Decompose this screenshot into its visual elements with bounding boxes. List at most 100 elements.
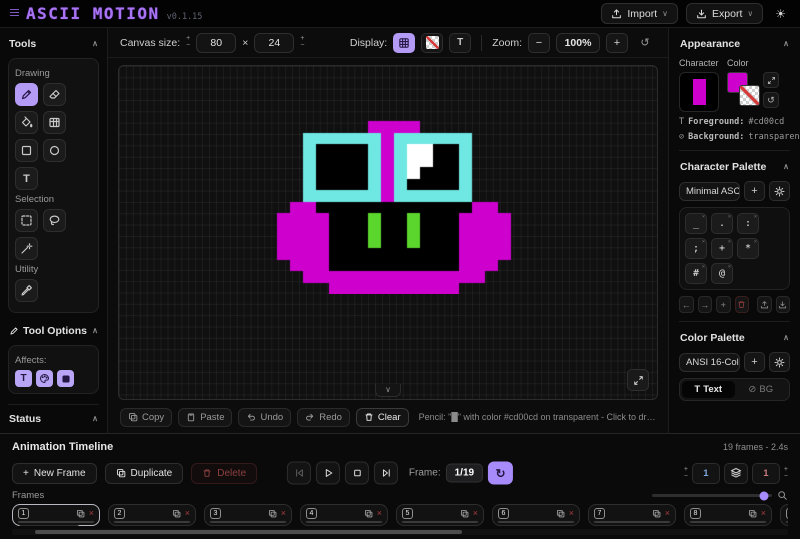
prev-character-button[interactable]: ←	[679, 296, 694, 313]
character-button[interactable]: # ×	[685, 263, 707, 284]
add-color-palette-button[interactable]: +	[744, 352, 765, 372]
character-button[interactable]: * ×	[737, 238, 759, 259]
canvas-width-input[interactable]: 80	[196, 33, 236, 53]
loop-toggle-button[interactable]: ↻	[488, 462, 513, 485]
frame-card[interactable]: 1 × 125	[12, 504, 100, 526]
add-character-button[interactable]: +	[716, 296, 731, 313]
delete-frame-icon[interactable]: ×	[281, 509, 286, 518]
copy-button[interactable]: Copy	[120, 408, 172, 427]
pencil-tool-button[interactable]	[15, 83, 38, 106]
zoom-reset-button[interactable]: ↺	[634, 33, 656, 53]
frame-card[interactable]: 9 × 125	[780, 504, 788, 526]
frame-thumbnail[interactable]	[114, 521, 190, 523]
export-button[interactable]: Export ∨	[686, 3, 763, 24]
character-button[interactable]: @ ×	[711, 263, 733, 284]
onion-skin-toggle-button[interactable]	[724, 463, 748, 484]
frame-thumbnail[interactable]	[306, 521, 382, 523]
character-button[interactable]: _ ×	[685, 213, 707, 234]
frame-thumbnail[interactable]	[402, 521, 478, 523]
paste-button[interactable]: Paste	[178, 408, 232, 427]
duplicate-frame-icon[interactable]	[460, 509, 469, 518]
character-button[interactable]: : ×	[737, 213, 759, 234]
frame-duration-input[interactable]: 125	[498, 525, 560, 526]
eraser-tool-button[interactable]	[43, 83, 66, 106]
delete-frame-icon[interactable]: ×	[569, 509, 574, 518]
duplicate-frame-icon[interactable]	[76, 509, 85, 518]
upload-palette-button[interactable]	[757, 296, 772, 313]
tools-section-header[interactable]: Tools ∧	[8, 36, 99, 52]
stop-button[interactable]	[345, 462, 369, 485]
background-color-swatch[interactable]	[739, 85, 760, 106]
appearance-section-header[interactable]: Appearance ∧	[679, 36, 790, 52]
frame-thumbnail[interactable]	[498, 521, 574, 523]
text-tool-button[interactable]: T	[15, 167, 38, 190]
height-stepper[interactable]: + −	[300, 36, 304, 49]
affects-color-chip[interactable]	[36, 370, 53, 387]
play-button[interactable]	[316, 462, 340, 485]
onion-next-count[interactable]: 1	[752, 463, 780, 484]
zoom-value[interactable]: 100%	[556, 33, 600, 53]
duplicate-frame-icon[interactable]	[556, 509, 565, 518]
undo-button[interactable]: Undo	[238, 408, 291, 427]
delete-frame-icon[interactable]: ×	[665, 509, 670, 518]
stepper-plus-icon[interactable]: +	[684, 467, 688, 473]
slider-knob[interactable]	[760, 491, 769, 500]
grid-display-toggle[interactable]	[393, 33, 415, 53]
fullscreen-canvas-button[interactable]	[627, 369, 649, 391]
stepper-minus-icon[interactable]: −	[300, 43, 304, 49]
frame-duration-input[interactable]: 125	[18, 525, 80, 526]
skip-to-start-button[interactable]	[287, 462, 311, 485]
new-frame-button[interactable]: + New Frame	[12, 463, 97, 484]
frame-duration-input[interactable]: 125	[594, 525, 656, 526]
collapse-canvas-tab[interactable]: ∨	[375, 384, 401, 397]
frame-card[interactable]: 6 × 125	[492, 504, 580, 526]
fill-tool-button[interactable]	[15, 111, 38, 134]
duplicate-frame-icon[interactable]	[748, 509, 757, 518]
thumbnail-zoom-slider[interactable]	[652, 494, 772, 497]
frame-duration-input[interactable]: 125	[690, 525, 752, 526]
onion-next-stepper[interactable]: + −	[784, 467, 788, 480]
character-palette-header[interactable]: Character Palette ∧	[679, 159, 790, 175]
clear-button[interactable]: Clear	[356, 408, 409, 427]
text-display-toggle[interactable]: T	[449, 33, 471, 53]
drawing-canvas[interactable]	[118, 65, 658, 400]
stepper-minus-icon[interactable]: −	[784, 474, 788, 480]
delete-frame-button[interactable]: Delete	[191, 463, 257, 484]
delete-frame-icon[interactable]: ×	[377, 509, 382, 518]
ellipse-tool-button[interactable]	[43, 139, 66, 162]
theme-toggle-button[interactable]: ☀	[771, 5, 790, 23]
character-palette-settings-button[interactable]	[769, 181, 790, 201]
frame-duration-input[interactable]: 125	[306, 525, 368, 526]
frame-card[interactable]: 8 × 125	[684, 504, 772, 526]
text-color-tab[interactable]: T Text	[682, 381, 735, 398]
duplicate-frame-icon[interactable]	[364, 509, 373, 518]
character-palette-select[interactable]: Minimal ASC ∨	[679, 182, 740, 201]
zoom-out-button[interactable]: −	[528, 33, 550, 53]
reset-colors-button[interactable]: ↺	[763, 92, 779, 108]
frame-duration-input[interactable]: 125	[402, 525, 464, 526]
stepper-minus-icon[interactable]: −	[684, 474, 688, 480]
onion-prev-count[interactable]: 1	[692, 463, 720, 484]
frame-duration-input[interactable]: 125	[210, 525, 272, 526]
frame-card[interactable]: 3 × 125	[204, 504, 292, 526]
frame-thumbnail[interactable]	[18, 521, 94, 523]
frame-thumbnail[interactable]	[786, 521, 788, 523]
selected-character-preview[interactable]	[679, 72, 719, 112]
stepper-plus-icon[interactable]: +	[784, 467, 788, 473]
color-palette-settings-button[interactable]	[769, 352, 790, 372]
add-character-palette-button[interactable]: +	[744, 181, 765, 201]
lasso-tool-button[interactable]	[43, 209, 66, 232]
duplicate-frame-icon[interactable]	[652, 509, 661, 518]
frame-thumbnail[interactable]	[690, 521, 766, 523]
transparency-display-toggle[interactable]	[421, 33, 443, 53]
delete-character-button[interactable]	[735, 296, 750, 313]
width-stepper[interactable]: + −	[186, 36, 190, 49]
delete-frame-icon[interactable]: ×	[185, 509, 190, 518]
frames-scrollbar[interactable]	[12, 529, 788, 535]
frame-thumbnail[interactable]	[594, 521, 670, 523]
duplicate-frame-icon[interactable]	[268, 509, 277, 518]
frame-duration-input[interactable]: 125	[786, 525, 788, 526]
stepper-minus-icon[interactable]: −	[186, 43, 190, 49]
color-palette-header[interactable]: Color Palette ∧	[679, 330, 790, 346]
tool-options-section-header[interactable]: Tool Options ∧	[8, 323, 99, 339]
